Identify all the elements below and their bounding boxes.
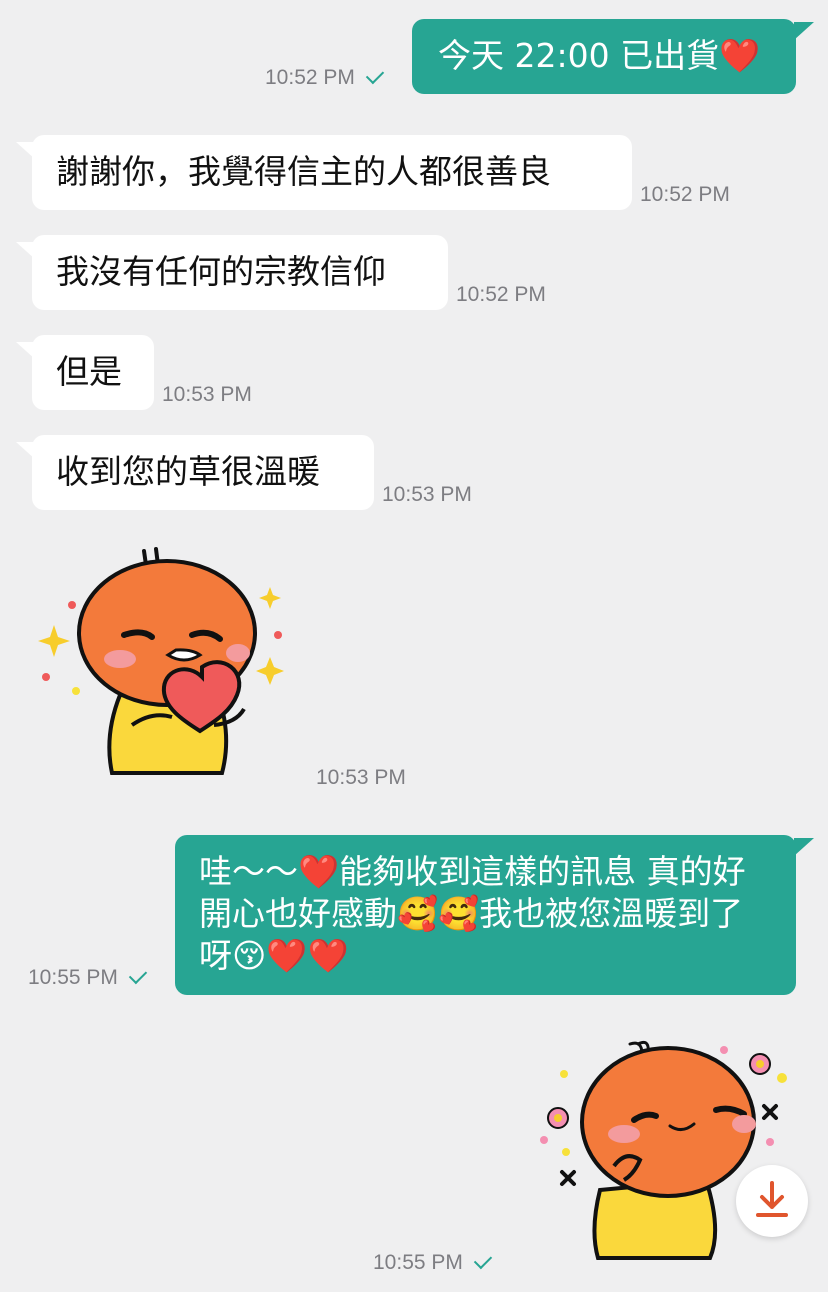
- bubble-tail: [794, 838, 814, 856]
- read-check-icon: [128, 965, 148, 985]
- message-bubble[interactable]: 今天 22:00 已出貨❤️: [412, 19, 796, 94]
- message-timestamp: 10:53 PM: [162, 383, 252, 406]
- message-bubble[interactable]: 哇～～❤️能夠收到這樣的訊息 真的好開心也好感動🥰🥰我也被您溫暖到了呀😚❤️❤️: [175, 835, 796, 995]
- message-text: 謝謝你，我覺得信主的人都很善良: [56, 152, 551, 191]
- message-timestamp: 10:55 PM: [373, 1251, 463, 1274]
- bubble-tail: [794, 22, 814, 40]
- message-timestamp: 10:52 PM: [456, 283, 546, 306]
- download-icon: [756, 1181, 788, 1217]
- message-timestamp: 10:53 PM: [382, 483, 472, 506]
- heart-hug-sticker[interactable]: [32, 545, 302, 780]
- message-text: 收到您的草很溫暖: [56, 452, 320, 491]
- download-button[interactable]: [736, 1165, 808, 1237]
- message-bubble[interactable]: 謝謝你，我覺得信主的人都很善良: [32, 135, 632, 210]
- message-text: 我沒有任何的宗教信仰: [56, 252, 386, 291]
- message-bubble[interactable]: 收到您的草很溫暖: [32, 435, 374, 510]
- message-bubble[interactable]: 但是: [32, 335, 154, 410]
- read-check-icon: [473, 1250, 493, 1270]
- message-text: 但是: [56, 352, 122, 391]
- read-check-icon: [365, 65, 385, 85]
- message-text: 哇～～❤️能夠收到這樣的訊息 真的好開心也好感動🥰🥰我也被您溫暖到了呀😚❤️❤️: [199, 852, 746, 975]
- message-timestamp: 10:55 PM: [28, 966, 118, 989]
- message-timestamp: 10:52 PM: [640, 183, 730, 206]
- message-text: 今天 22:00 已出貨❤️: [438, 36, 761, 75]
- message-timestamp: 10:53 PM: [316, 766, 406, 789]
- message-bubble[interactable]: 我沒有任何的宗教信仰: [32, 235, 448, 310]
- message-timestamp: 10:52 PM: [265, 66, 355, 89]
